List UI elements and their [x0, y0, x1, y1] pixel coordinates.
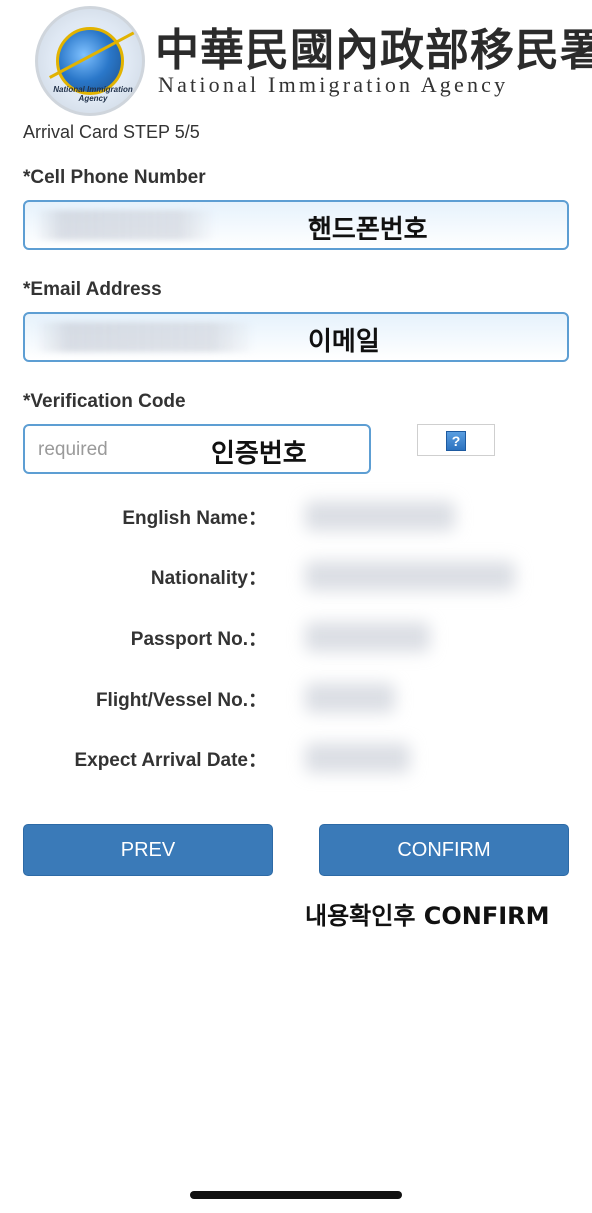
info-row-passport: Passport No.： [0, 616, 592, 656]
question-icon[interactable]: ? [446, 431, 466, 451]
confirm-button[interactable]: CONFIRM [319, 824, 569, 876]
flight-label: Flight/Vessel No.： [95, 690, 267, 711]
verification-field[interactable]: 인증번호 [23, 424, 371, 474]
verification-overlay-note: 인증번호 [211, 439, 307, 469]
info-row-arrival-date: Expect Arrival Date： [0, 737, 592, 777]
logo-text: National Immigration Agency [53, 85, 133, 103]
verification-label: *Verification Code [23, 391, 186, 412]
home-indicator[interactable] [190, 1191, 402, 1199]
phone-label: *Cell Phone Number [23, 167, 206, 188]
flight-value-redacted [305, 683, 395, 713]
arrival-date-label: Expect Arrival Date： [74, 750, 267, 771]
header: National Immigration Agency 中華民國內政部移民署 N… [0, 0, 592, 120]
arrival-date-value-redacted [305, 743, 410, 773]
captcha-image[interactable]: ? [417, 424, 495, 456]
email-field[interactable]: 이메일 [23, 312, 569, 362]
info-row-flight: Flight/Vessel No.： [0, 677, 592, 717]
passport-label: Passport No.： [130, 629, 267, 650]
phone-value-redacted [35, 210, 215, 240]
verification-input[interactable] [25, 426, 210, 474]
agency-name-en: National Immigration Agency [158, 72, 509, 97]
agency-logo: National Immigration Agency [35, 6, 145, 116]
nationality-value-redacted [305, 561, 515, 591]
phone-overlay-note: 핸드폰번호 [308, 215, 428, 245]
email-label: *Email Address [23, 279, 162, 300]
english-name-value-redacted [305, 501, 455, 531]
confirm-note: 내용확인후 CONFIRM [305, 902, 550, 930]
info-row-english-name: English Name： [0, 495, 592, 535]
step-title: Arrival Card STEP 5/5 [23, 122, 200, 142]
prev-button[interactable]: PREV [23, 824, 273, 876]
passport-value-redacted [305, 622, 430, 652]
nationality-label: Nationality： [150, 568, 267, 589]
info-row-nationality: Nationality： [0, 555, 592, 595]
phone-field[interactable]: 핸드폰번호 [23, 200, 569, 250]
english-name-label: English Name： [122, 508, 267, 529]
agency-name-zh: 中華民國內政部移民署 [155, 25, 592, 76]
email-overlay-note: 이메일 [308, 327, 380, 357]
email-value-redacted [35, 322, 255, 352]
